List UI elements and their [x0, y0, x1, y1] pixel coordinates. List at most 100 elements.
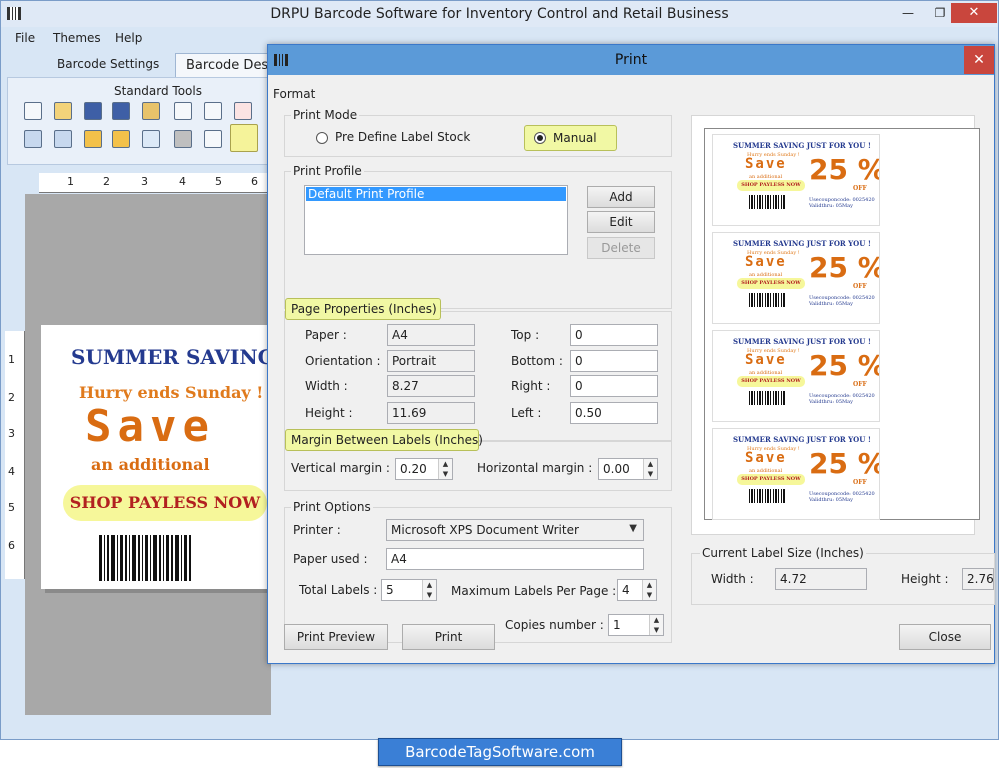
- toolbar-title: Standard Tools: [114, 84, 202, 98]
- delete-profile-button[interactable]: Delete: [587, 237, 655, 259]
- tab-barcode-design[interactable]: Barcode Design: [175, 53, 275, 77]
- left-margin-field[interactable]: 0.50: [570, 402, 658, 424]
- print-options-legend: Print Options: [291, 500, 373, 514]
- right-label: Right :: [511, 379, 551, 393]
- tab-barcode-settings[interactable]: Barcode Settings: [47, 53, 169, 77]
- app-title: DRPU Barcode Software for Inventory Cont…: [270, 6, 729, 22]
- label-size-height-field[interactable]: 2.76: [962, 568, 994, 590]
- max-labels-spinner[interactable]: ▲ ▼: [642, 580, 656, 600]
- new-icon[interactable]: [24, 102, 42, 120]
- label-design-card[interactable]: SUMMER SAVING Hurry ends Sunday ! Save a…: [41, 325, 271, 589]
- preview-label-barcode: [749, 391, 785, 405]
- preview-label-title: SUMMER SAVING JUST FOR YOU !: [733, 337, 871, 346]
- print-button[interactable]: Print: [402, 624, 495, 650]
- preview-label-barcode: [749, 293, 785, 307]
- ruler-v-5: 5: [8, 501, 15, 514]
- width-field[interactable]: 8.27: [387, 375, 475, 397]
- right-margin-field[interactable]: 0: [570, 375, 658, 397]
- label-save-text[interactable]: Save: [85, 401, 215, 452]
- copy-icon[interactable]: [174, 102, 192, 120]
- standard-tools-panel: Standard Tools: [7, 77, 269, 165]
- preview-label-valid: Validthru: 05May: [809, 203, 853, 209]
- label-title[interactable]: SUMMER SAVING: [71, 345, 271, 369]
- preview-label-valid: Validthru: 05May: [809, 301, 853, 307]
- preview-label-off: OFF: [853, 283, 867, 290]
- lock-icon[interactable]: [84, 130, 102, 148]
- tab-strip: Barcode Settings Barcode Design: [1, 53, 281, 77]
- menu-file[interactable]: File: [15, 31, 35, 45]
- website-watermark: BarcodeTagSoftware.com: [378, 738, 622, 766]
- preview-label-percent: 25 %: [809, 447, 880, 480]
- paper-field[interactable]: A4: [387, 324, 475, 346]
- top-label: Top :: [511, 328, 540, 342]
- cut-icon[interactable]: [204, 102, 222, 120]
- print-icon[interactable]: [230, 124, 258, 152]
- label-size-width-field[interactable]: 4.72: [775, 568, 867, 590]
- preview-label-shop: SHOP PAYLESS NOW: [737, 474, 805, 485]
- paste-icon[interactable]: [142, 102, 160, 120]
- copies-spinner[interactable]: ▲ ▼: [649, 615, 663, 635]
- grid-icon[interactable]: [142, 130, 160, 148]
- radio-manual-label[interactable]: Manual: [553, 131, 597, 145]
- radio-manual[interactable]: [534, 132, 546, 144]
- radio-predefine-label[interactable]: Pre Define Label Stock: [335, 130, 470, 144]
- height-label: Height :: [305, 406, 353, 420]
- paper-used-label: Paper used :: [293, 552, 368, 566]
- add-profile-button[interactable]: Add: [587, 186, 655, 208]
- print-preview-button[interactable]: Print Preview: [284, 624, 388, 650]
- radio-predefine[interactable]: [316, 132, 328, 144]
- save-as-icon[interactable]: [112, 102, 130, 120]
- print-dialog-title: Print: [614, 52, 648, 68]
- close-window-button[interactable]: ✕: [951, 3, 997, 23]
- dialog-close-icon[interactable]: ✕: [964, 46, 994, 74]
- horizontal-margin-spinner[interactable]: ▲ ▼: [643, 459, 657, 479]
- page-preview: SUMMER SAVING JUST FOR YOU ! Hurry ends …: [704, 128, 980, 520]
- minimize-button[interactable]: —: [894, 3, 922, 23]
- orientation-field[interactable]: Portrait: [387, 350, 475, 372]
- manual-option-highlight[interactable]: Manual: [524, 125, 617, 151]
- height-field[interactable]: 11.69: [387, 402, 475, 424]
- label-size-height-label: Height :: [901, 572, 949, 586]
- unlock-icon[interactable]: [112, 130, 130, 148]
- bottom-margin-field[interactable]: 0: [570, 350, 658, 372]
- label-size-legend: Current Label Size (Inches): [700, 546, 866, 560]
- maximize-button[interactable]: ❐: [926, 3, 954, 23]
- total-labels-spinner[interactable]: ▲ ▼: [422, 580, 436, 600]
- bring-front-icon[interactable]: [24, 130, 42, 148]
- menu-help[interactable]: Help: [115, 31, 142, 45]
- delete-icon[interactable]: [234, 102, 252, 120]
- database-icon[interactable]: [174, 130, 192, 148]
- save-icon[interactable]: [84, 102, 102, 120]
- preview-label-off: OFF: [853, 185, 867, 192]
- label-additional-text[interactable]: an additional: [91, 455, 210, 474]
- copies-label: Copies number :: [505, 618, 604, 632]
- print-profile-item[interactable]: Default Print Profile: [306, 187, 566, 201]
- vertical-margin-spinner[interactable]: ▲ ▼: [438, 459, 452, 479]
- edit-profile-button[interactable]: Edit: [587, 211, 655, 233]
- preview-label-2: SUMMER SAVING JUST FOR YOU ! Hurry ends …: [712, 232, 880, 324]
- preview-label-percent: 25 %: [809, 153, 880, 186]
- printer-select-value: Microsoft XPS Document Writer: [391, 523, 579, 537]
- status-strip: [1, 715, 271, 739]
- printer-select[interactable]: Microsoft XPS Document Writer ▼: [386, 519, 644, 541]
- menu-themes[interactable]: Themes: [53, 31, 101, 45]
- label-shop-banner[interactable]: SHOP PAYLESS NOW: [63, 485, 267, 521]
- preview-label-barcode: [749, 489, 785, 503]
- width-label: Width :: [305, 379, 348, 393]
- open-icon[interactable]: [54, 102, 72, 120]
- label-barcode[interactable]: [99, 535, 191, 581]
- horizontal-ruler: 1 2 3 4 5 6: [39, 173, 271, 193]
- preview-label-barcode: [749, 195, 785, 209]
- top-margin-field[interactable]: 0: [570, 324, 658, 346]
- label-hurry-text[interactable]: Hurry ends Sunday !: [79, 383, 263, 402]
- label-size-width-label: Width :: [711, 572, 754, 586]
- print-profile-list[interactable]: Default Print Profile: [304, 185, 568, 255]
- paper-used-field[interactable]: A4: [386, 548, 644, 570]
- preview-label-off: OFF: [853, 479, 867, 486]
- send-back-icon[interactable]: [54, 130, 72, 148]
- preview-label-1: SUMMER SAVING JUST FOR YOU ! Hurry ends …: [712, 134, 880, 226]
- close-button[interactable]: Close: [899, 624, 991, 650]
- preview-label-shop: SHOP PAYLESS NOW: [737, 278, 805, 289]
- ruler-h-1: 1: [67, 175, 74, 188]
- print-settings-icon[interactable]: [204, 130, 222, 148]
